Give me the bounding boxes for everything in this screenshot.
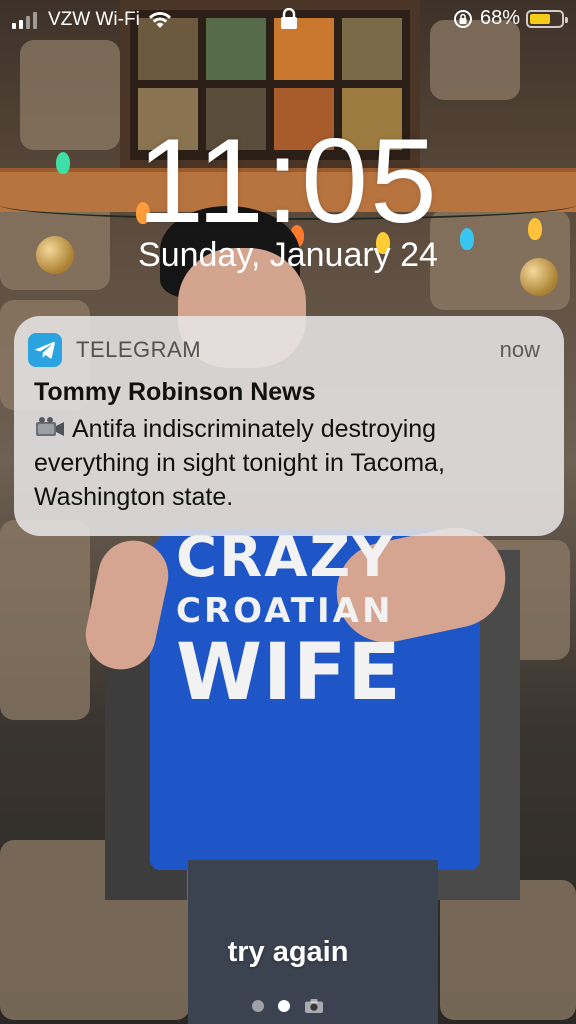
try-again-hint: try again [227, 936, 349, 968]
notification-time: now [499, 337, 540, 362]
battery-percentage: 68% [479, 7, 520, 29]
shirt-line-3: WIFE [176, 628, 402, 718]
carrier-label: VZW Wi-Fi [48, 9, 140, 30]
lock-screen-time: 11:05 [137, 114, 439, 248]
battery-icon [526, 9, 568, 28]
orientation-lock-icon [453, 9, 472, 28]
page-indicator[interactable] [0, 998, 576, 1014]
shirt-line-2: CROATIAN [176, 591, 394, 631]
lock-screen-date: Sunday, January 24 [138, 236, 438, 274]
cellular-signal-icon [12, 12, 37, 29]
notification-body-container: Antifa indiscriminately destroying every… [34, 412, 544, 514]
shirt-print: CRAZY CROATIAN WIFE [176, 525, 402, 718]
notification-card[interactable]: TELEGRAM now Tommy Robinson News Antifa … [14, 316, 564, 536]
notification-app-name: TELEGRAM [76, 337, 202, 362]
page-dot-2[interactable] [278, 1000, 290, 1012]
wifi-icon [148, 11, 171, 28]
notification-body: Antifa indiscriminately destroying every… [34, 415, 445, 511]
notification-header: TELEGRAM now [28, 333, 540, 367]
telegram-icon [28, 333, 62, 367]
status-bar: VZW Wi-Fi 68% [0, 0, 576, 38]
notification-title: Tommy Robinson News [34, 378, 316, 406]
page-dot-1[interactable] [252, 1000, 264, 1012]
camera-icon[interactable] [304, 998, 324, 1014]
lock-icon [281, 8, 297, 29]
shirt-line-1: CRAZY [176, 525, 395, 590]
video-camera-icon [36, 417, 64, 436]
